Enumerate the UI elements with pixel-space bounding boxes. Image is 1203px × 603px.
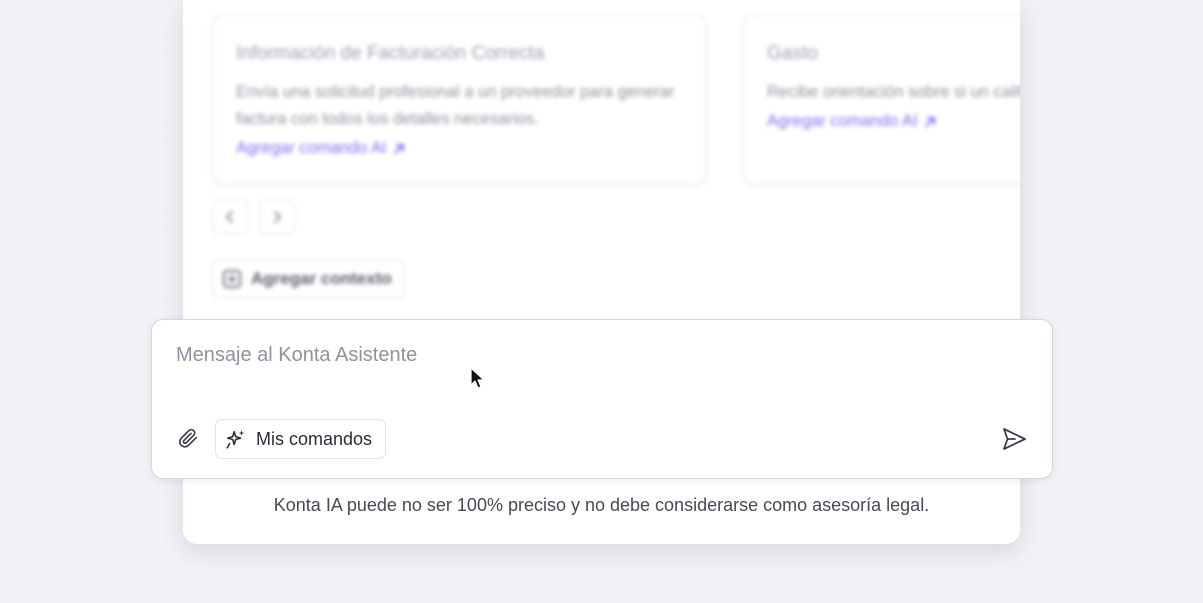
- message-input[interactable]: [176, 344, 956, 367]
- sparkles-icon: [226, 430, 245, 449]
- message-composer: Mis comandos: [151, 319, 1053, 479]
- add-ai-command-link[interactable]: Agregar comando AI: [767, 112, 1020, 131]
- chevron-right-icon: [274, 211, 282, 223]
- plus-square-icon: [223, 270, 241, 288]
- command-card-title: Gasto: [767, 43, 818, 64]
- command-card-description: Envía una solicitud profesional a un pro…: [236, 83, 675, 128]
- add-ai-command-label: Agregar comando AI: [767, 112, 918, 130]
- command-card[interactable]: Información de Facturación Correcta Enví…: [212, 14, 707, 184]
- carousel-prev-button[interactable]: [212, 199, 248, 235]
- add-ai-command-link[interactable]: Agregar comando AI: [236, 139, 684, 158]
- my-commands-button[interactable]: Mis comandos: [215, 419, 387, 459]
- disclaimer-text: Konta IA puede no ser 100% preciso y no …: [273, 495, 930, 515]
- my-commands-label: Mis comandos: [256, 428, 373, 449]
- command-card-title: Información de Facturación Correcta: [236, 43, 545, 64]
- arrow-up-right-icon: [925, 116, 936, 127]
- arrow-up-right-icon: [394, 143, 405, 154]
- add-ai-command-label: Agregar comando AI: [236, 139, 387, 157]
- command-card[interactable]: Gasto Recibe orientación sobre si un cal…: [743, 14, 1020, 184]
- paperclip-icon: [179, 428, 198, 448]
- send-button[interactable]: [1000, 425, 1028, 453]
- add-context-label: Agregar contexto: [251, 269, 392, 288]
- send-icon: [1003, 428, 1026, 450]
- chevron-left-icon: [225, 211, 233, 223]
- add-context-button[interactable]: Agregar contexto: [212, 259, 405, 299]
- carousel-next-button[interactable]: [259, 199, 295, 235]
- command-card-description: Recibe orientación sobre si un califica …: [767, 83, 1020, 101]
- attach-button[interactable]: [176, 426, 200, 450]
